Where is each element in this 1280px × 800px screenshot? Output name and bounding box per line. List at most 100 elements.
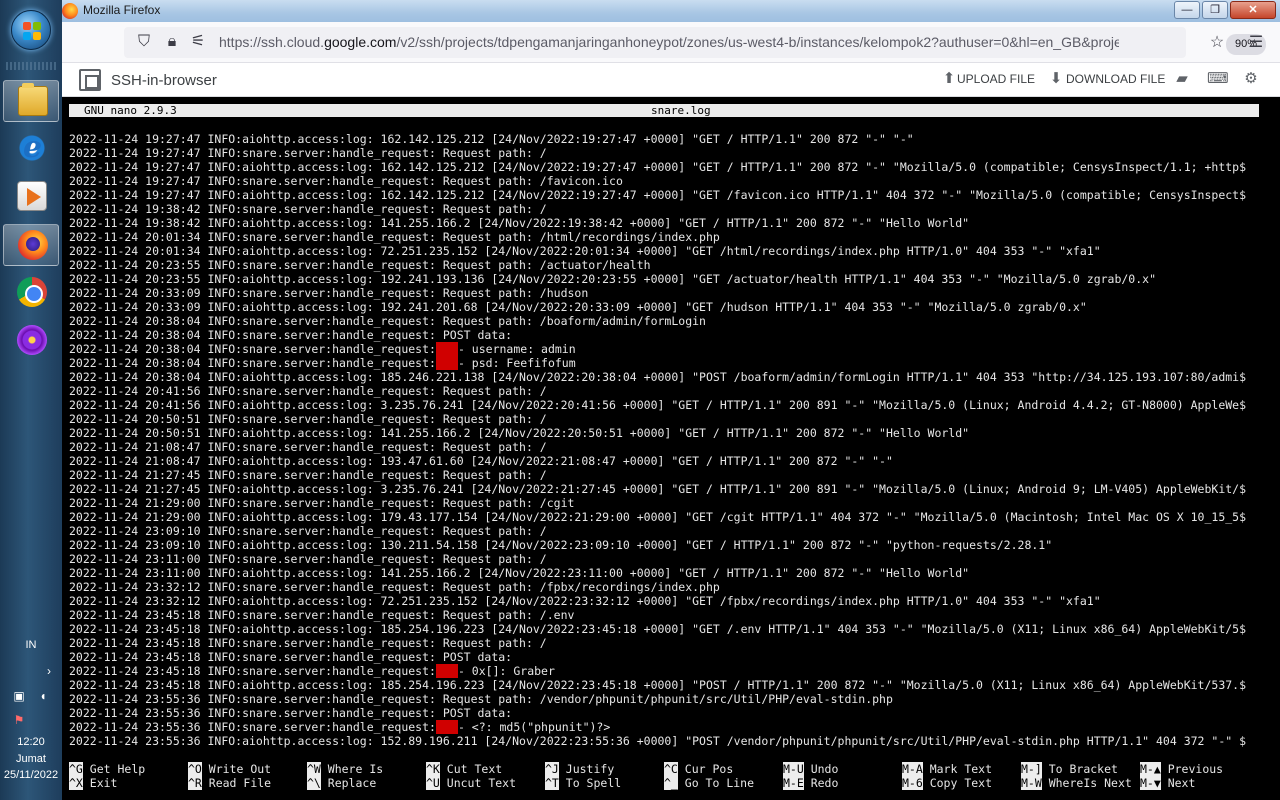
clock-time[interactable]: 12:20 xyxy=(0,734,62,750)
minimize-button[interactable]: — xyxy=(1174,1,1200,19)
log-line: 2022-11-24 20:41:56 INFO:snare.server:ha… xyxy=(69,384,547,398)
bookmark-star-icon[interactable]: ☆ xyxy=(1207,33,1227,53)
shortcut-item: M-U Undo xyxy=(783,762,838,776)
shortcut-key: ^K xyxy=(426,762,440,776)
shortcut-label: To Bracket xyxy=(1041,762,1118,776)
shortcut-item: M-W WhereIs Next xyxy=(1021,776,1132,790)
log-line: 2022-11-24 21:08:47 INFO:snare.server:ha… xyxy=(69,440,547,454)
input-language[interactable]: IN xyxy=(0,637,62,653)
media-player-icon xyxy=(17,181,47,211)
shortcut-label: Exit xyxy=(82,776,118,790)
ssh-header: SSH-in-browser ⬆ UPLOAD FILE ⬇ DOWNLOAD … xyxy=(62,63,1280,97)
clock-date: 25/11/2022 xyxy=(3,769,59,781)
shortcut-label: Cur Pos xyxy=(677,762,734,776)
start-button[interactable] xyxy=(11,10,51,50)
taskbar-internet-explorer[interactable] xyxy=(3,128,59,170)
shortcut-item: ^_ Go To Line xyxy=(664,776,754,790)
volume-icon[interactable]: ◖ xyxy=(36,689,50,703)
shortcut-item: M-A Mark Text xyxy=(902,762,992,776)
settings-gear-icon[interactable]: ⚙ xyxy=(1242,70,1260,88)
log-line: 2022-11-24 20:01:34 INFO:snare.server:ha… xyxy=(69,230,720,244)
upload-icon[interactable]: ⬆ xyxy=(940,70,958,88)
folder-icon xyxy=(18,83,48,116)
redaction-block xyxy=(435,342,458,356)
shortcut-label: Read File xyxy=(201,776,272,790)
url-domain: google.com xyxy=(324,34,397,50)
download-icon[interactable]: ⬇ xyxy=(1047,70,1065,88)
nano-version: GNU nano 2.9.3 xyxy=(84,104,177,117)
log-line: 2022-11-24 20:38:04 INFO:snare.server:ha… xyxy=(69,328,513,342)
shortcut-label: Mark Text xyxy=(922,762,993,776)
action-center-icon[interactable]: ⚑ xyxy=(12,713,26,727)
taskbar-firefox[interactable] xyxy=(3,224,59,266)
shortcut-label: WhereIs Next xyxy=(1041,776,1132,790)
close-button[interactable]: ✕ xyxy=(1230,1,1276,19)
taskbar-media-player[interactable] xyxy=(3,176,59,218)
log-line: 2022-11-24 23:45:18 INFO:snare.server:ha… xyxy=(69,608,575,622)
url-text[interactable]: https://ssh.cloud.google.com/v2/ssh/proj… xyxy=(219,34,1119,50)
internet-explorer-icon xyxy=(17,130,47,165)
shortcut-label: Cut Text xyxy=(439,762,503,776)
log-line: 2022-11-24 23:45:18 INFO:snare.server:ha… xyxy=(69,664,555,678)
upload-file-button[interactable]: UPLOAD FILE xyxy=(957,72,1035,86)
menu-icon[interactable]: ☰ xyxy=(1246,33,1266,53)
log-line: 2022-11-24 23:55:36 INFO:snare.server:ha… xyxy=(69,720,611,734)
log-line: 2022-11-24 20:23:55 INFO:snare.server:ha… xyxy=(69,258,651,272)
log-line: 2022-11-24 20:38:04 INFO:aiohttp.access:… xyxy=(69,370,1247,384)
log-content[interactable]: 2022-11-24 19:27:47 INFO:aiohttp.access:… xyxy=(69,132,1259,752)
maximize-button[interactable]: ❐ xyxy=(1202,1,1228,19)
shortcut-key: ^X xyxy=(69,776,83,790)
log-line: 2022-11-24 20:38:04 INFO:snare.server:ha… xyxy=(69,356,576,370)
shortcut-key: ^T xyxy=(545,776,559,790)
url-bar[interactable]: ⛉ 🔒︎ ⚟ https://ssh.cloud.google.com/v2/s… xyxy=(124,27,1266,58)
permissions-icon[interactable]: ⚟ xyxy=(188,32,208,52)
shortcut-label: Go To Line xyxy=(677,776,755,790)
shortcut-item: ^J Justify xyxy=(545,762,614,776)
taskbar-chrome[interactable] xyxy=(3,272,59,314)
taskbar-tor-browser[interactable] xyxy=(3,320,59,362)
shortcut-key: M-E xyxy=(783,776,804,790)
shortcut-key: ^R xyxy=(188,776,202,790)
log-line: 2022-11-24 21:08:47 INFO:aiohttp.access:… xyxy=(69,454,893,468)
tor-browser-icon xyxy=(17,325,47,355)
download-file-button[interactable]: DOWNLOAD FILE xyxy=(1066,72,1165,86)
firefox-window: Mozilla Firefox — ❐ ✕ ⛉ 🔒︎ ⚟ https://ssh… xyxy=(62,0,1280,800)
shortcut-label: Get Help xyxy=(82,762,146,776)
clock-day: Jumat xyxy=(16,753,46,765)
shortcut-label: To Spell xyxy=(558,776,622,790)
feedback-icon[interactable]: ▰ xyxy=(1173,70,1191,88)
log-line: 2022-11-24 20:50:51 INFO:aiohttp.access:… xyxy=(69,426,970,440)
network-icon[interactable]: ▣ xyxy=(12,689,26,703)
keyboard-icon[interactable]: ⌨ xyxy=(1207,70,1229,88)
shortcut-label: Write Out xyxy=(201,762,272,776)
log-line: 2022-11-24 20:38:04 INFO:snare.server:ha… xyxy=(69,342,576,356)
shortcut-label: Where Is xyxy=(320,762,384,776)
lock-icon[interactable]: 🔒︎ xyxy=(162,32,182,52)
shortcut-label: Previous xyxy=(1160,762,1224,776)
shortcut-item: ^G Get Help xyxy=(69,762,145,776)
terminal[interactable]: GNU nano 2.9.3 snare.log 2022-11-24 19:2… xyxy=(62,97,1280,800)
log-line: 2022-11-24 23:45:18 INFO:snare.server:ha… xyxy=(69,636,547,650)
log-line: 2022-11-24 20:38:04 INFO:snare.server:ha… xyxy=(69,314,706,328)
shortcut-key: ^O xyxy=(188,762,202,776)
log-line: 2022-11-24 19:27:47 INFO:aiohttp.access:… xyxy=(69,132,914,146)
shortcut-item: M-▲ Previous xyxy=(1140,762,1223,776)
log-line: 2022-11-24 20:23:55 INFO:aiohttp.access:… xyxy=(69,272,1157,286)
log-line: 2022-11-24 21:29:00 INFO:aiohttp.access:… xyxy=(69,510,1247,524)
shield-icon[interactable]: ⛉ xyxy=(134,32,154,52)
log-line: 2022-11-24 21:29:00 INFO:snare.server:ha… xyxy=(69,496,575,510)
log-line: 2022-11-24 20:33:09 INFO:aiohttp.access:… xyxy=(69,300,1087,314)
taskbar-explorer[interactable] xyxy=(3,80,59,122)
nano-shortcuts: ^G Get Help ^X Exit ^O Write Out ^R Read Fi… xyxy=(69,762,1279,792)
shortcut-key: M-A xyxy=(902,762,923,776)
shortcut-key: ^W xyxy=(307,762,321,776)
shortcut-key: M-U xyxy=(783,762,804,776)
shortcut-item: ^K Cut Text xyxy=(426,762,502,776)
redaction-block xyxy=(435,664,458,678)
shortcut-key: M-6 xyxy=(902,776,923,790)
window-title: Mozilla Firefox xyxy=(83,3,161,17)
shortcut-item: ^\ Replace xyxy=(307,776,376,790)
show-hidden-icons-icon[interactable]: › xyxy=(42,664,56,678)
shortcut-key: M-W xyxy=(1021,776,1042,790)
firefox-small-icon xyxy=(62,3,78,19)
